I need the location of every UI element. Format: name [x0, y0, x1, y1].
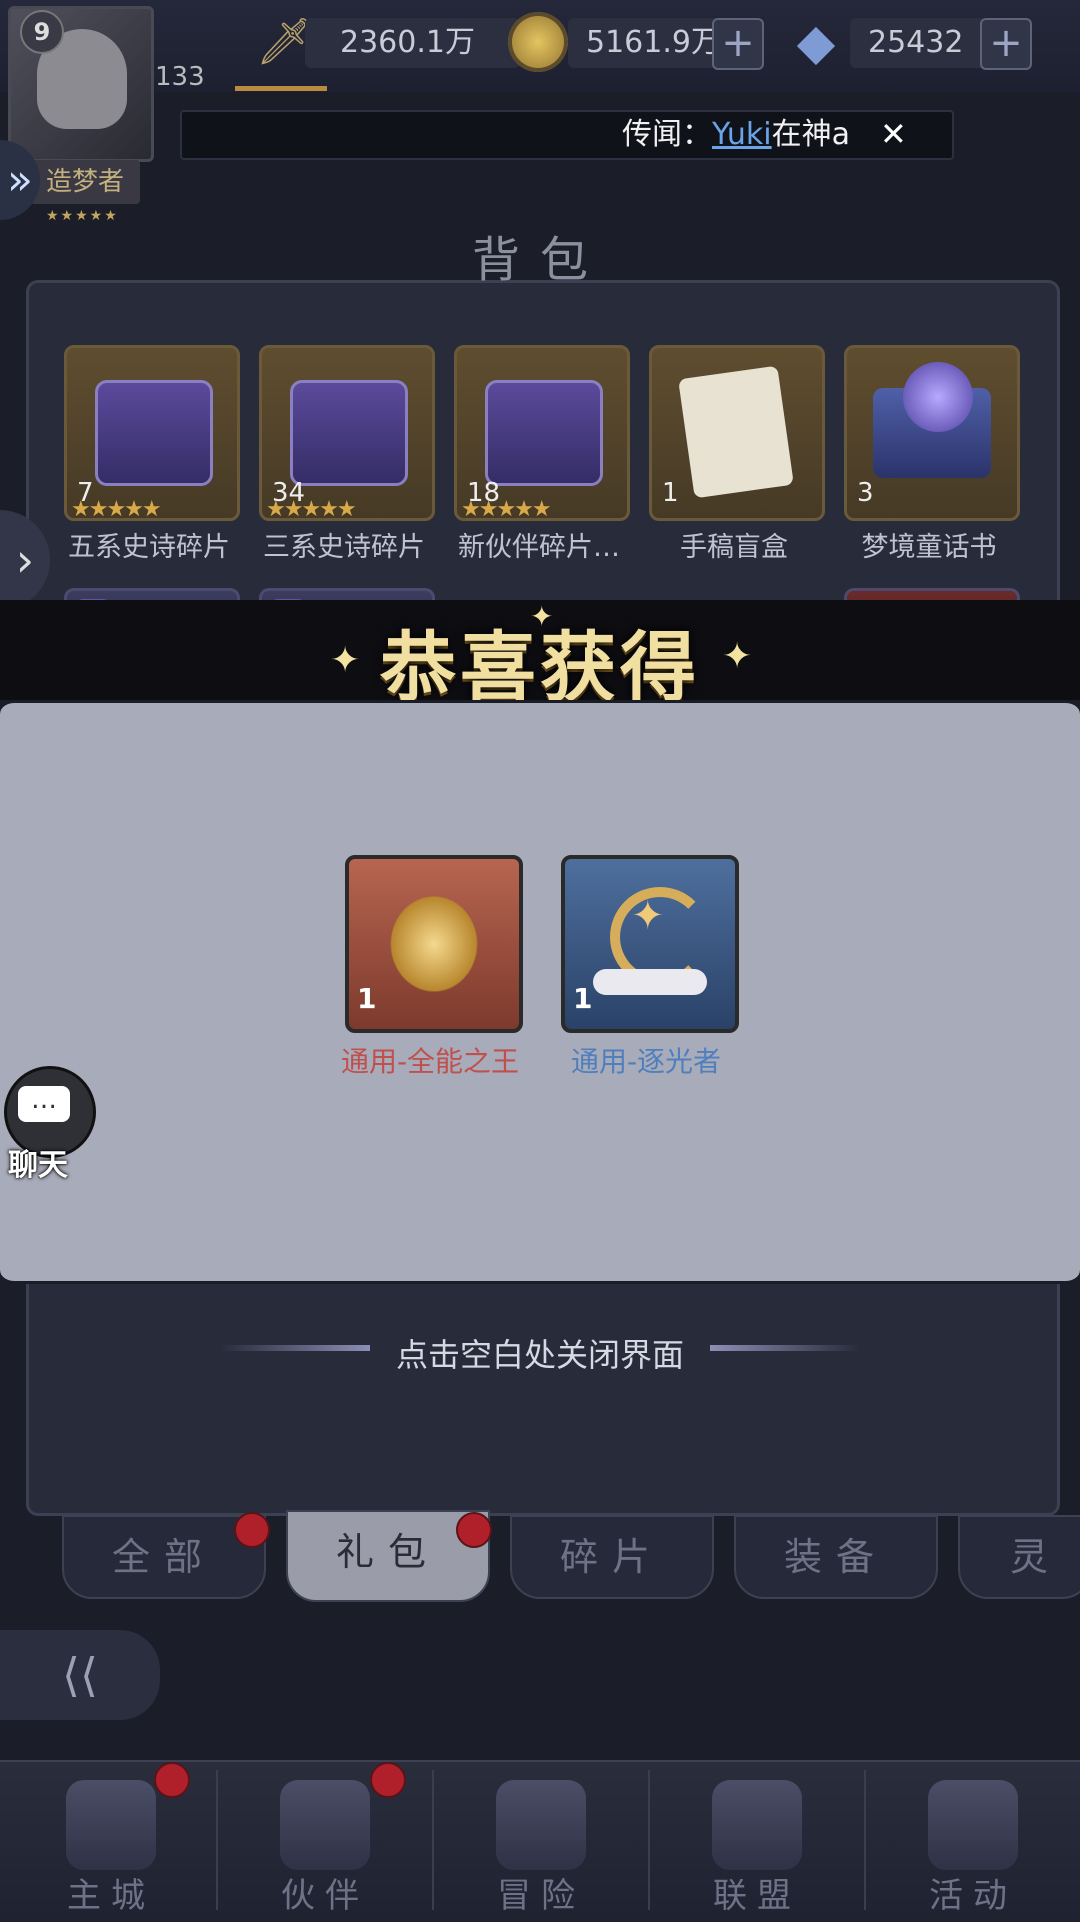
item-slot[interactable]: 3: [844, 345, 1020, 521]
item-count: 1: [662, 478, 679, 508]
star-icon: ✦: [631, 893, 665, 939]
nav-label: 主城: [67, 1876, 155, 1916]
item-slot[interactable]: 18 ★★★★★: [454, 345, 630, 522]
wing-icon: [593, 969, 707, 995]
tab-equipment[interactable]: 装备: [734, 1515, 938, 1599]
chat-icon: …: [18, 1086, 70, 1122]
rumor-message: 在神a: [771, 117, 850, 152]
gold-coin-icon: [508, 12, 568, 72]
epic-chest-icon: [290, 380, 408, 486]
chat-button[interactable]: … 聊天: [0, 1062, 96, 1183]
player-title: 造梦者: [30, 160, 140, 204]
castle-icon: [66, 1780, 156, 1870]
item-label: 三系史诗碎片: [263, 532, 425, 563]
crystal-orb-icon: [903, 362, 973, 432]
power-progress-bar: [235, 86, 327, 91]
diamond-value: 25432: [850, 18, 988, 68]
shield-icon: [712, 1780, 802, 1870]
close-hint-text: 点击空白处关闭界面: [395, 1336, 684, 1374]
cards-icon: [928, 1780, 1018, 1870]
gold-cross-emblem-icon: [384, 889, 484, 999]
nav-alliance[interactable]: 联盟: [650, 1760, 864, 1920]
item-label: 新伙伴碎片…: [458, 532, 620, 563]
item-slot[interactable]: 1: [649, 345, 825, 521]
item-slot[interactable]: 34 ★★★★★: [259, 345, 435, 522]
reward-dialog-body[interactable]: [0, 700, 1080, 1284]
rumor-label: 传闻：: [622, 117, 712, 152]
item-label: 五系史诗碎片: [68, 532, 230, 563]
nav-label: 冒险: [497, 1876, 585, 1916]
reward-label: 通用-逐光者: [570, 1045, 722, 1078]
item-stars: ★★★★★: [71, 497, 162, 522]
notification-dot: [154, 1762, 190, 1798]
chat-label: 聊天: [8, 1148, 68, 1183]
reward-label: 通用-全能之王: [340, 1045, 520, 1078]
gold-value: 5161.9万: [568, 18, 721, 68]
partner-chest-icon: [485, 380, 603, 486]
close-rumor-icon[interactable]: ✕: [880, 118, 912, 150]
witch-hat-icon: [280, 1780, 370, 1870]
item-label: 梦境童话书: [861, 532, 997, 563]
player-level-secondary: 133: [155, 62, 205, 92]
power-value: 2360.1万: [305, 18, 520, 68]
reward-count: 1: [357, 982, 377, 1015]
player-level-badge: 9: [20, 10, 64, 54]
nav-label: 联盟: [713, 1876, 801, 1916]
tab-spirit[interactable]: 灵: [958, 1515, 1080, 1599]
add-diamond-button[interactable]: +: [980, 18, 1032, 70]
reward-item-slot[interactable]: ✦ 1: [561, 855, 739, 1033]
nav-adventure[interactable]: 冒险: [434, 1760, 648, 1920]
nav-events[interactable]: 活动: [866, 1760, 1080, 1920]
item-label: 手稿盲盒: [680, 532, 788, 563]
item-slot[interactable]: 7 ★★★★★: [64, 345, 240, 522]
add-gold-button[interactable]: +: [712, 18, 764, 70]
rumor-ticker[interactable]: 传闻：Yuki在神a ✕: [180, 110, 954, 160]
player-title-stars: ★★★★★: [46, 208, 119, 224]
item-count: 3: [857, 478, 874, 508]
tab-fragments[interactable]: 碎片: [510, 1515, 714, 1599]
reward-item-slot[interactable]: 1: [345, 855, 523, 1033]
epic-chest-icon: [95, 380, 213, 486]
notification-dot: [370, 1762, 406, 1798]
manuscript-scroll-icon: [678, 365, 794, 499]
notification-dot: [456, 1512, 492, 1548]
rumor-player-link[interactable]: Yuki: [712, 117, 772, 152]
rumor-text: 传闻：Yuki在神a: [622, 112, 850, 158]
item-stars: ★★★★★: [266, 497, 357, 522]
back-button[interactable]: ⟨⟨: [0, 1630, 160, 1720]
backpack-title: 背包: [471, 232, 608, 288]
compass-icon: [496, 1780, 586, 1870]
nav-label: 活动: [929, 1876, 1017, 1916]
diamond-icon: ◆: [796, 13, 836, 71]
reward-count: 1: [573, 982, 593, 1015]
item-stars: ★★★★★: [461, 497, 552, 522]
notification-dot: [234, 1512, 270, 1548]
nav-label: 伙伴: [281, 1876, 369, 1916]
